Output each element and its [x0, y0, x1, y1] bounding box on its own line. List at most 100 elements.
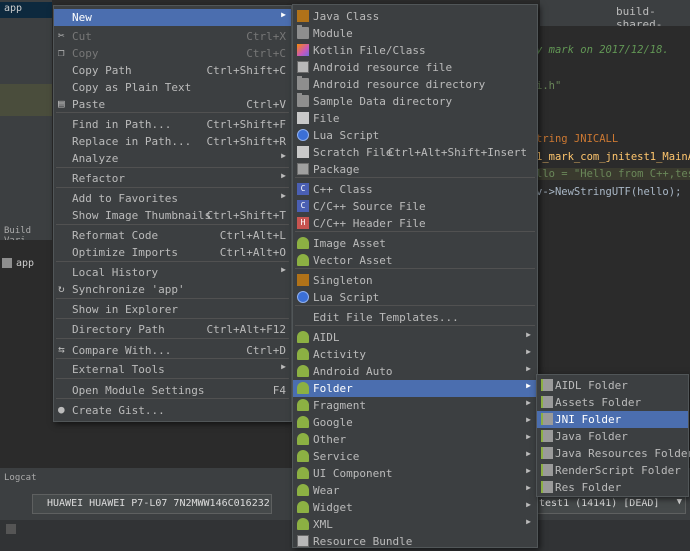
menu-item-shortcut: Ctrl+X: [246, 30, 286, 43]
new-menu-item-sample-data-directory[interactable]: Sample Data directory: [293, 93, 537, 110]
new-menu-item-scratch-file[interactable]: Scratch File Ctrl+Alt+Shift+Insert: [293, 144, 537, 161]
new-menu-item-folder[interactable]: Folder ▶: [293, 380, 537, 397]
menu-item-label: C/C++ Header File: [313, 217, 426, 230]
new-menu-item-ui-component[interactable]: UI Component ▶: [293, 465, 537, 482]
new-menu-item-xml[interactable]: XML ▶: [293, 516, 537, 533]
new-menu-item-c-class[interactable]: C C++ Class: [293, 181, 537, 198]
menu-item-label: Java Resources Folder: [555, 447, 690, 460]
new-menu-item-resource-bundle[interactable]: Resource Bundle: [293, 533, 537, 550]
new-menu-item-wear[interactable]: Wear ▶: [293, 482, 537, 499]
new-menu-item-vector-asset[interactable]: Vector Asset: [293, 252, 537, 269]
context-menu-item-find-in-path[interactable]: Find in Path... Ctrl+Shift+F: [54, 116, 291, 133]
menu-item-label: C++ Class: [313, 183, 373, 196]
menu-item-label: Add to Favorites: [72, 192, 178, 205]
context-menu-item-synchronize-app[interactable]: ↻ Synchronize 'app': [54, 281, 291, 298]
context-menu-item-new[interactable]: New ▶: [54, 9, 291, 26]
context-menu-item-show-in-explorer[interactable]: Show in Explorer: [54, 301, 291, 318]
new-menu-item-other[interactable]: Other ▶: [293, 431, 537, 448]
new-menu-item-fragment[interactable]: Fragment ▶: [293, 397, 537, 414]
menu-item-label: External Tools: [72, 363, 165, 376]
context-menu-item-add-to-favorites[interactable]: Add to Favorites ▶: [54, 190, 291, 207]
chevron-right-icon: ▶: [526, 500, 531, 509]
new-menu-item-file[interactable]: File: [293, 110, 537, 127]
context-menu-item-copy[interactable]: ❐ Copy Ctrl+C: [54, 45, 291, 62]
new-menu-item-kotlin-file-class[interactable]: Kotlin File/Class: [293, 42, 537, 59]
new-menu-item-c-c-source-file[interactable]: C C/C++ Source File: [293, 198, 537, 215]
menu-item-label: Find in Path...: [72, 118, 172, 131]
context-menu-item-copy-path[interactable]: Copy Path Ctrl+Shift+C: [54, 62, 291, 79]
chevron-right-icon: ▶: [526, 432, 531, 441]
new-menu-item-lua-script[interactable]: Lua Script: [293, 289, 537, 306]
new-menu-item-module[interactable]: Module: [293, 25, 537, 42]
menu-item-label: Java Class: [313, 10, 380, 23]
folder-icon: [297, 76, 309, 90]
context-menu-item-copy-as-plain-text[interactable]: Copy as Plain Text: [54, 79, 291, 96]
android-icon: [297, 484, 309, 496]
chevron-right-icon: ▶: [526, 381, 531, 390]
menu-item-label: Service: [313, 450, 360, 463]
android-icon: [297, 348, 309, 360]
menu-item-label: Widget: [313, 501, 353, 514]
context-menu-item-refactor[interactable]: Refactor ▶: [54, 170, 291, 187]
context-menu-item-replace-in-path[interactable]: Replace in Path... Ctrl+Shift+R: [54, 133, 291, 150]
context-menu-item-directory-path[interactable]: Directory Path Ctrl+Alt+F12: [54, 321, 291, 338]
menu-item-shortcut: Ctrl+D: [246, 344, 286, 357]
new-menu-item-google[interactable]: Google ▶: [293, 414, 537, 431]
folder-submenu: AIDL Folder Assets Folder JNI Folder Java F…: [536, 374, 690, 497]
new-menu-item-service[interactable]: Service ▶: [293, 448, 537, 465]
new-menu-item-activity[interactable]: Activity ▶: [293, 346, 537, 363]
module-row[interactable]: app: [0, 256, 52, 274]
code-editor[interactable]: [536, 26, 690, 236]
new-menu-item-widget[interactable]: Widget ▶: [293, 499, 537, 516]
context-menu-item-open-module-settings[interactable]: Open Module Settings F4: [54, 382, 291, 399]
folder-menu-item-assets-folder[interactable]: Assets Folder: [537, 394, 688, 411]
context-menu-item-show-image-thumbnails[interactable]: Show Image Thumbnails Ctrl+Shift+T: [54, 207, 291, 224]
new-menu-item-android-resource-directory[interactable]: Android resource directory: [293, 76, 537, 93]
new-menu-item-package[interactable]: Package: [293, 161, 537, 178]
context-menu-item-create-gist[interactable]: ● Create Gist...: [54, 402, 291, 419]
menu-item-shortcut: Ctrl+Alt+L: [219, 229, 286, 242]
context-menu-item-analyze[interactable]: Analyze ▶: [54, 150, 291, 167]
folder-menu-item-java-resources-folder[interactable]: Java Resources Folder: [537, 445, 690, 462]
folder-menu-item-java-folder[interactable]: Java Folder: [537, 428, 688, 445]
menu-item-label: Wear: [313, 484, 340, 497]
context-menu-item-local-history[interactable]: Local History ▶: [54, 264, 291, 281]
new-menu-item-image-asset[interactable]: Image Asset: [293, 235, 537, 252]
new-menu-item-android-resource-file[interactable]: Android resource file: [293, 59, 537, 76]
code-line: v->NewStringUTF(hello);: [536, 186, 682, 198]
new-menu-item-singleton[interactable]: Singleton: [293, 272, 537, 289]
new-menu-item-java-class[interactable]: Java Class: [293, 8, 537, 25]
folder-menu-item-aidl-folder[interactable]: AIDL Folder: [537, 377, 688, 394]
cfile-icon: C: [297, 183, 309, 195]
new-menu-item-c-c-header-file[interactable]: H C/C++ Header File: [293, 215, 537, 232]
context-menu-item-cut[interactable]: ✂ Cut Ctrl+X: [54, 28, 291, 45]
editor-tabs[interactable]: build-shared-: [540, 0, 690, 31]
chevron-right-icon: ▶: [281, 10, 286, 19]
menu-item-label: Synchronize 'app': [72, 283, 185, 296]
new-menu-item-android-auto[interactable]: Android Auto ▶: [293, 363, 537, 380]
github-icon: ●: [58, 403, 65, 416]
device-selector[interactable]: HUAWEI HUAWEI P7-L07 7N2MWW146C016232 [D…: [32, 494, 272, 514]
menu-item-label: Refactor: [72, 172, 125, 185]
process-selector[interactable]: test1 (14141) [DEAD] ▼: [536, 494, 686, 514]
new-menu-item-aidl[interactable]: AIDL ▶: [293, 329, 537, 346]
folder-menu-item-res-folder[interactable]: Res Folder: [537, 479, 688, 496]
context-menu-item-reformat-code[interactable]: Reformat Code Ctrl+Alt+L: [54, 227, 291, 244]
build-variants-tab[interactable]: Build Vari: [0, 222, 52, 246]
new-menu-item-lua-script[interactable]: Lua Script: [293, 127, 537, 144]
compare-icon: ⇆: [58, 343, 65, 356]
context-menu-item-paste[interactable]: ▤ Paste Ctrl+V: [54, 96, 291, 113]
new-menu-item-edit-file-templates[interactable]: Edit File Templates...: [293, 309, 537, 326]
folder-menu-item-renderscript-folder[interactable]: RenderScript Folder: [537, 462, 688, 479]
project-root-label: app: [4, 3, 23, 14]
chevron-right-icon: ▶: [281, 362, 286, 371]
project-panel[interactable]: app: [0, 0, 52, 230]
folder-menu-item-jni-folder[interactable]: JNI Folder: [537, 411, 688, 428]
res-icon: [297, 535, 309, 547]
context-menu-item-optimize-imports[interactable]: Optimize Imports Ctrl+Alt+O: [54, 244, 291, 261]
trash-icon[interactable]: [6, 524, 16, 534]
context-menu-item-external-tools[interactable]: External Tools ▶: [54, 361, 291, 378]
menu-item-label: Singleton: [313, 274, 373, 287]
context-menu-item-compare-with[interactable]: ⇆ Compare With... Ctrl+D: [54, 342, 291, 359]
menu-item-label: Lua Script: [313, 291, 380, 304]
